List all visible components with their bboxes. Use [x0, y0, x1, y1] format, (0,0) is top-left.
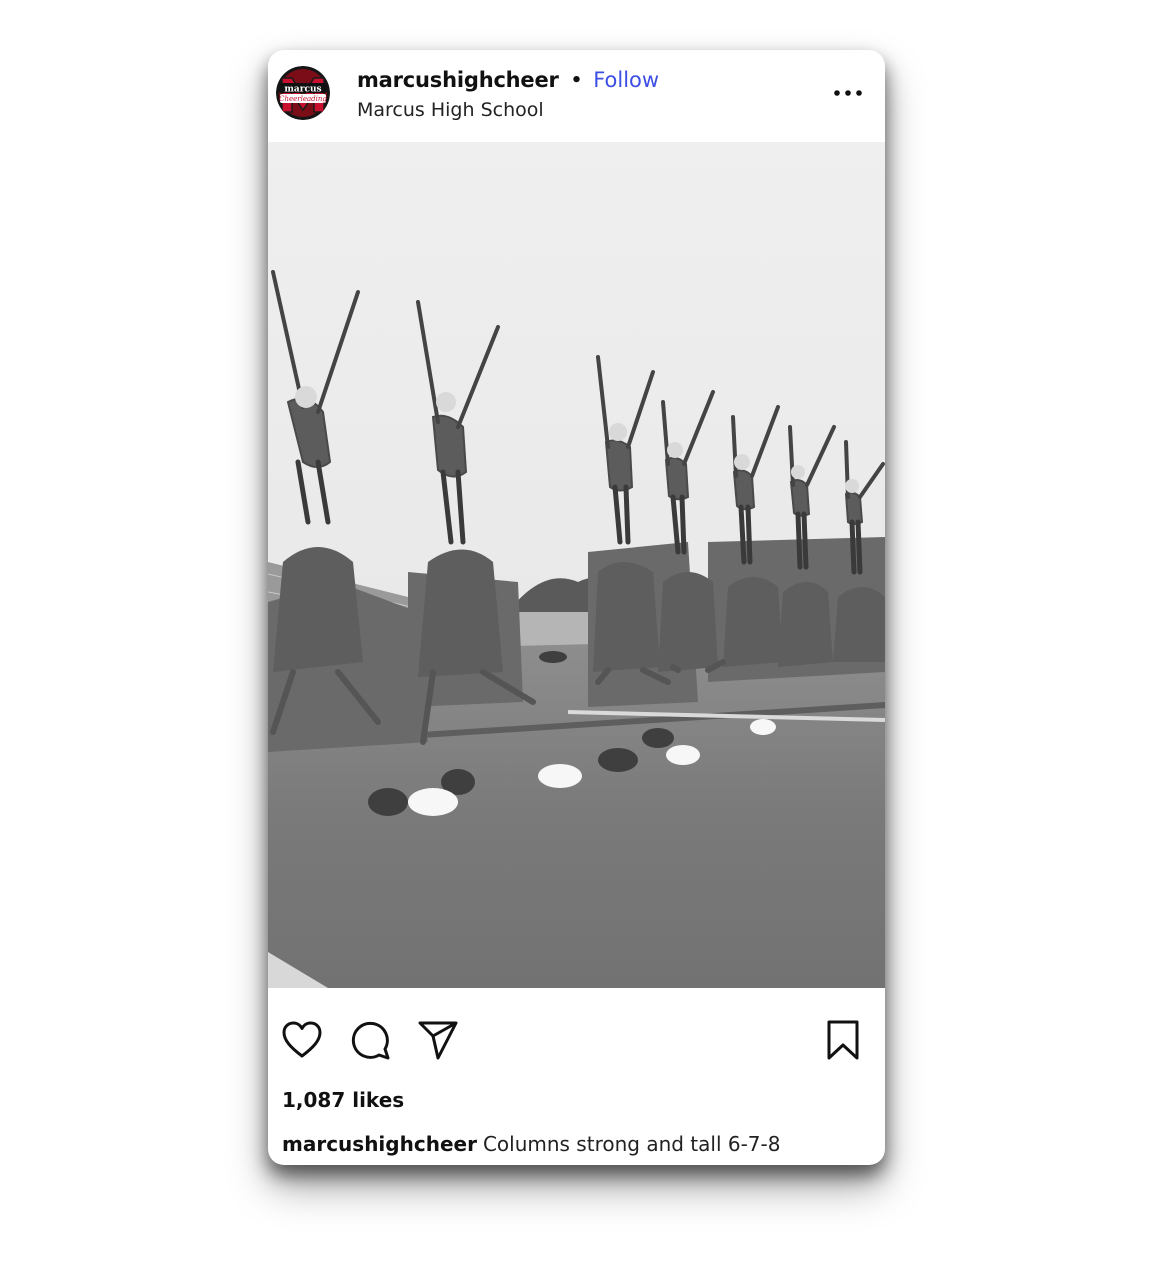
user-row: marcushighcheer • Follow — [357, 65, 659, 95]
avatar[interactable]: marcus Cheerleading — [276, 66, 330, 120]
comment-icon — [351, 1021, 390, 1060]
save-button[interactable] — [821, 1018, 865, 1062]
bookmark-icon — [827, 1020, 859, 1060]
instagram-post-card: marcus Cheerleading marcushighcheer • Fo… — [268, 50, 885, 1165]
marcus-cheer-logo-icon: marcus Cheerleading — [276, 66, 330, 120]
more-options-button[interactable] — [828, 80, 868, 106]
heart-icon — [282, 1021, 322, 1058]
post-header: marcus Cheerleading marcushighcheer • Fo… — [268, 50, 885, 142]
follow-button[interactable]: Follow — [593, 68, 659, 92]
caption-username[interactable]: marcushighcheer — [282, 1132, 477, 1156]
comment-button[interactable] — [348, 1018, 392, 1062]
send-icon — [418, 1021, 458, 1060]
likes-count[interactable]: 1,087 likes — [282, 1088, 404, 1112]
action-bar — [268, 988, 885, 1088]
caption-text: Columns strong and tall 6-7-8 — [482, 1132, 781, 1156]
username-link[interactable]: marcushighcheer — [357, 68, 559, 92]
svg-text:marcus: marcus — [284, 85, 321, 95]
caption: marcushighcheer Columns strong and tall 6… — [282, 1132, 780, 1156]
location-link[interactable]: Marcus High School — [357, 99, 544, 121]
svg-text:Cheerleading: Cheerleading — [279, 95, 327, 103]
share-button[interactable] — [416, 1018, 460, 1062]
like-button[interactable] — [280, 1018, 324, 1062]
separator-dot: • — [570, 69, 583, 91]
post-photo[interactable] — [268, 142, 885, 988]
more-horizontal-icon — [834, 90, 862, 96]
photo-cheerleader-stunts — [268, 142, 885, 988]
